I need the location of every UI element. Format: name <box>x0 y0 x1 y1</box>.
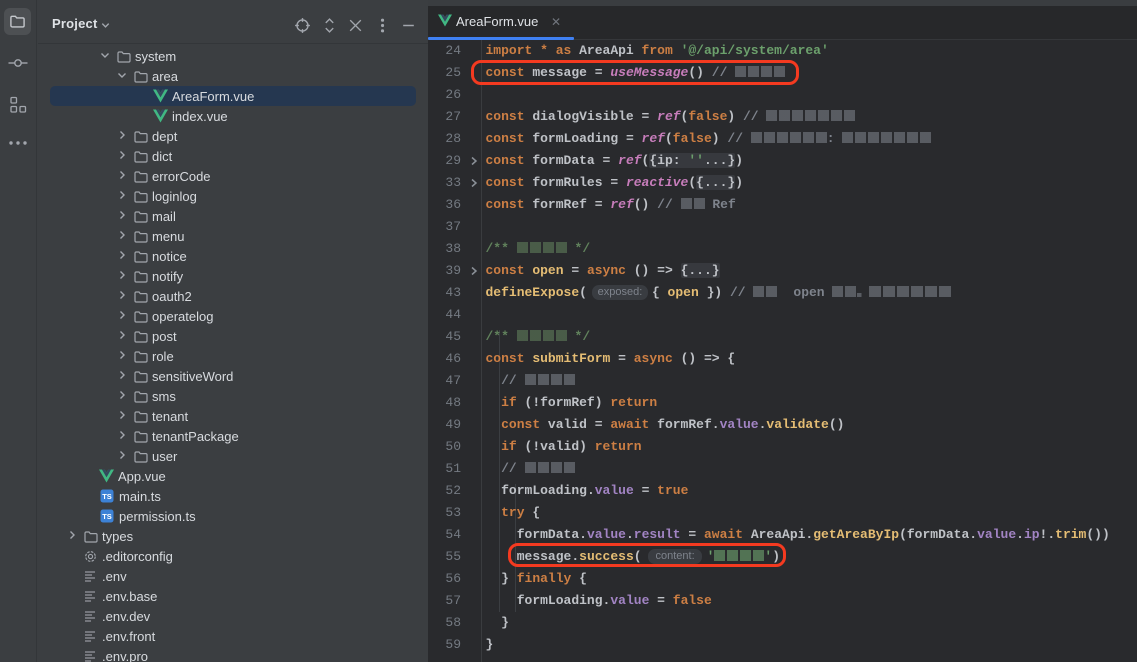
svg-text:TS: TS <box>102 512 112 521</box>
svg-text:TS: TS <box>102 492 112 501</box>
